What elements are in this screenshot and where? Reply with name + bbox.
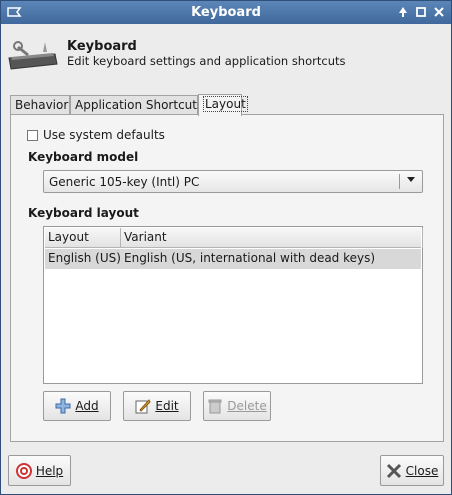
use-system-defaults-checkbox[interactable] — [27, 129, 38, 141]
close-window-icon[interactable] — [431, 4, 447, 20]
keyboard-dialog: Keyboard Keyboard Edit keyboard settings… — [0, 0, 452, 495]
column-header-layout-label: Layout — [48, 230, 89, 244]
dialog-header: Keyboard Edit keyboard settings and appl… — [1, 24, 451, 84]
keyboard-layout-heading: Keyboard layout — [28, 206, 139, 220]
tab-layout-label: Layout — [203, 96, 248, 112]
list-header: Layout Variant — [45, 228, 423, 248]
add-icon — [55, 398, 71, 414]
tab-application-shortcuts-label: Application Shortcuts — [75, 98, 204, 112]
keep-above-icon[interactable] — [395, 4, 411, 20]
column-header-layout[interactable]: Layout — [45, 228, 121, 248]
keyboard-model-value: Generic 105-key (Intl) PC — [49, 175, 200, 189]
close-button[interactable]: Close — [380, 455, 444, 486]
keyboard-settings-icon — [7, 40, 59, 72]
delete-button[interactable]: Delete — [203, 391, 271, 421]
column-header-variant-label: Variant — [124, 230, 167, 244]
add-button[interactable]: Add — [43, 391, 111, 421]
keyboard-model-select[interactable]: Generic 105-key (Intl) PC — [43, 170, 423, 193]
delete-button-label: Delete — [227, 399, 267, 413]
row-layout-cell: English (US) — [48, 251, 121, 265]
trash-icon — [207, 398, 223, 414]
use-system-defaults-row[interactable]: Use system defaults — [27, 128, 165, 142]
keyboard-layout-list[interactable]: Layout Variant English (US) English (US,… — [43, 226, 423, 384]
header-title: Keyboard — [67, 39, 137, 54]
row-variant-cell: English (US, international with dead key… — [124, 251, 376, 265]
header-subtitle: Edit keyboard settings and application s… — [67, 54, 346, 68]
edit-button[interactable]: Edit — [123, 391, 191, 421]
keyboard-model-heading: Keyboard model — [28, 150, 139, 164]
column-header-variant[interactable]: Variant — [121, 228, 423, 248]
help-button-label: Help — [35, 463, 64, 478]
tab-application-shortcuts[interactable]: Application Shortcuts — [70, 95, 203, 115]
help-icon — [15, 462, 32, 479]
layout-panel: Use system defaults Keyboard model Gener… — [10, 114, 444, 442]
maximize-icon[interactable] — [413, 4, 429, 20]
tab-behavior-label: Behavior — [15, 98, 69, 112]
window-title: Keyboard — [191, 5, 261, 20]
tab-layout[interactable]: Layout — [198, 94, 248, 116]
close-button-label: Close — [405, 463, 439, 478]
titlebar[interactable]: Keyboard — [1, 1, 451, 24]
edit-button-label: Edit — [155, 399, 179, 413]
help-button[interactable]: Help — [8, 455, 71, 486]
use-system-defaults-label: Use system defaults — [43, 128, 165, 142]
close-icon — [386, 463, 402, 479]
add-button-label: Add — [75, 399, 99, 413]
tab-behavior[interactable]: Behavior — [10, 95, 70, 115]
dropdown-arrow-icon[interactable] — [404, 174, 418, 190]
edit-icon — [135, 398, 151, 414]
combo-separator — [399, 174, 400, 189]
table-row[interactable]: English (US) English (US, international … — [45, 249, 421, 269]
